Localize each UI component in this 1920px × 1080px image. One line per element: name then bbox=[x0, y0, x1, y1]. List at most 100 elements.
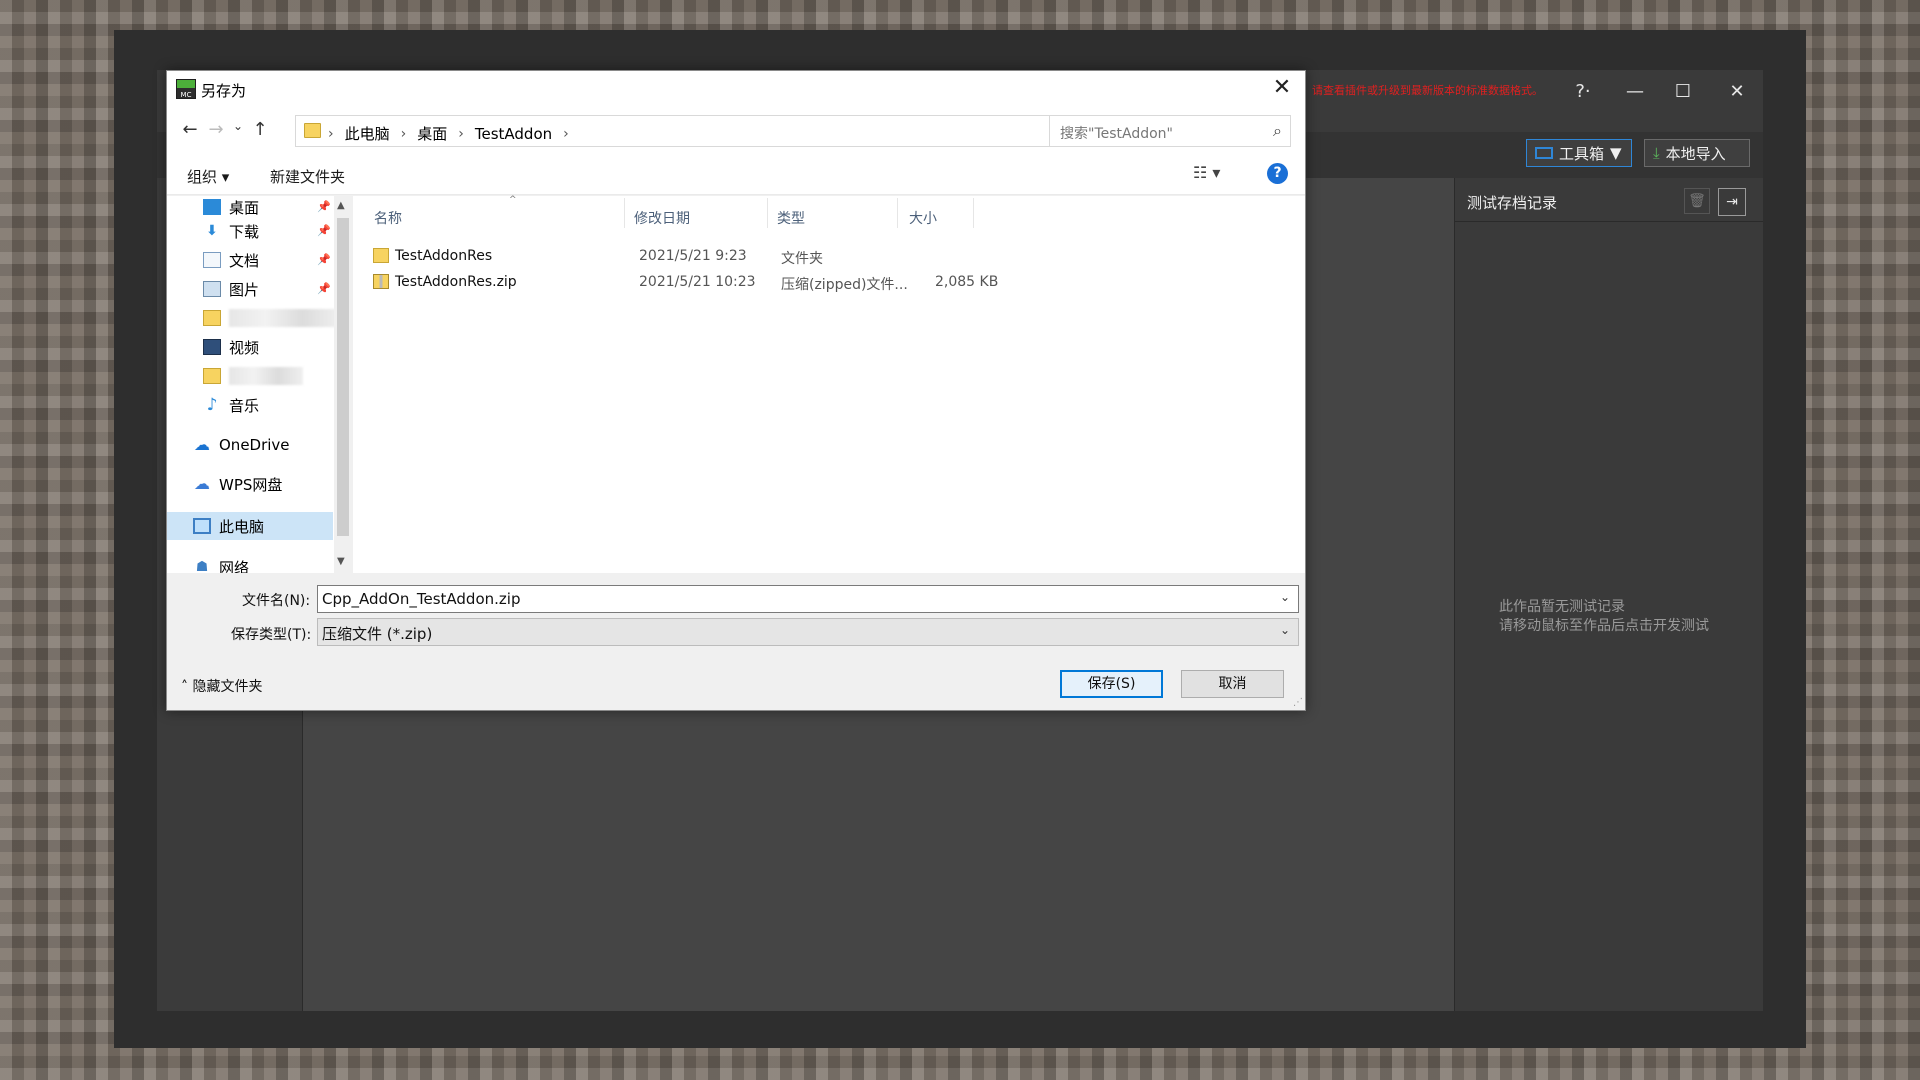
column-divider[interactable] bbox=[624, 198, 625, 228]
file-row[interactable]: TestAddonRes.zip 2021/5/21 10:23 压缩(zipp… bbox=[361, 270, 1081, 294]
blurred-name bbox=[229, 367, 303, 385]
help-icon[interactable]: ? bbox=[1267, 163, 1288, 184]
minimize-button[interactable]: — bbox=[1615, 78, 1655, 106]
nav-item-label: OneDrive bbox=[219, 436, 290, 454]
folder-icon bbox=[203, 310, 221, 326]
nav-item-documents[interactable]: 文档 bbox=[203, 247, 259, 273]
nav-item-this-pc[interactable]: 此电脑 bbox=[193, 513, 264, 539]
breadcrumb-desktop[interactable]: 桌面 bbox=[417, 123, 447, 144]
nav-item-label: 视频 bbox=[229, 338, 260, 357]
cancel-button[interactable]: 取消 bbox=[1181, 670, 1284, 698]
dialog-title: 另存为 bbox=[201, 82, 247, 100]
download-icon: ⬇ bbox=[206, 223, 218, 239]
sort-ascending-icon: ^ bbox=[509, 195, 517, 205]
dialog-titlebar: MC 另存为 ✕ bbox=[167, 71, 1305, 107]
forward-arrow-icon[interactable]: → bbox=[205, 119, 227, 140]
nav-item-label: 文档 bbox=[229, 251, 260, 270]
hide-folders-toggle[interactable]: ˄ 隐藏文件夹 bbox=[181, 676, 262, 696]
address-bar[interactable]: › 此电脑 › 桌面 › TestAddon › ⌄ ↻ bbox=[295, 115, 1155, 147]
up-arrow-icon[interactable]: ↑ bbox=[249, 119, 271, 140]
chevron-down-icon[interactable]: ⌄ bbox=[1280, 623, 1290, 637]
pin-icon[interactable]: 📌 bbox=[317, 253, 331, 266]
breadcrumb: › 此电脑 › 桌面 › TestAddon › bbox=[328, 123, 569, 144]
chevron-right-icon[interactable]: › bbox=[401, 126, 407, 142]
nav-item-wps-cloud[interactable]: ☁ WPS网盘 bbox=[193, 471, 282, 497]
recent-locations-icon[interactable]: ⌄ bbox=[227, 119, 249, 133]
video-icon bbox=[203, 339, 221, 355]
column-divider[interactable] bbox=[767, 198, 768, 228]
network-icon: ☗ bbox=[195, 559, 209, 573]
view-options-icon[interactable]: ☷ ▾ bbox=[1193, 163, 1220, 182]
column-divider[interactable] bbox=[897, 198, 898, 228]
search-placeholder: 搜索"TestAddon" bbox=[1060, 126, 1173, 142]
nav-item-label: 音乐 bbox=[229, 396, 260, 415]
new-folder-button[interactable]: 新建文件夹 bbox=[270, 166, 345, 187]
column-header-size[interactable]: 大小 bbox=[909, 208, 937, 228]
folder-icon bbox=[373, 248, 389, 263]
filename-field[interactable]: Cpp_AddOn_TestAddon.zip ⌄ bbox=[317, 585, 1299, 613]
organize-menu[interactable]: 组织 ▾ bbox=[187, 166, 229, 187]
nav-item-blurred-folder[interactable] bbox=[203, 305, 339, 331]
nav-item-label: 图片 bbox=[229, 280, 260, 299]
hide-folders-label: 隐藏文件夹 bbox=[192, 679, 263, 695]
filename-value: Cpp_AddOn_TestAddon.zip bbox=[322, 590, 521, 608]
file-row[interactable]: TestAddonRes 2021/5/21 9:23 文件夹 bbox=[361, 244, 1081, 268]
record-header: 测试存档记录 🗑 ⇥ bbox=[1455, 178, 1763, 222]
toolbox-icon bbox=[1535, 147, 1553, 159]
chevron-up-icon: ˄ bbox=[181, 679, 188, 695]
chevron-down-icon[interactable]: ⌄ bbox=[1280, 590, 1290, 604]
zip-file-icon bbox=[373, 274, 389, 289]
nav-item-onedrive[interactable]: ☁ OneDrive bbox=[193, 432, 290, 458]
nav-item-label: 下载 bbox=[229, 222, 260, 241]
chevron-right-icon[interactable]: › bbox=[563, 126, 569, 142]
pin-icon[interactable]: 📌 bbox=[317, 282, 331, 295]
scroll-up-icon[interactable]: ▲ bbox=[337, 200, 345, 211]
nav-pane-scrollbar[interactable]: ▲ ▼ bbox=[334, 196, 352, 573]
column-divider[interactable] bbox=[973, 198, 974, 228]
nav-item-videos[interactable]: 视频 bbox=[203, 334, 259, 360]
local-import-label: 本地导入 bbox=[1665, 144, 1726, 163]
file-type: 压缩(zipped)文件... bbox=[781, 277, 908, 293]
collapse-panel-icon[interactable]: ⇥ bbox=[1718, 188, 1746, 216]
nav-item-downloads[interactable]: ⬇ 下载 bbox=[203, 218, 259, 244]
desktop-icon bbox=[203, 199, 221, 215]
nav-item-blurred-folder[interactable] bbox=[203, 363, 303, 389]
maximize-button[interactable]: ☐ bbox=[1663, 78, 1703, 106]
scrollbar-thumb[interactable] bbox=[337, 218, 349, 536]
folder-icon bbox=[304, 123, 321, 138]
breadcrumb-this-pc[interactable]: 此电脑 bbox=[345, 123, 390, 144]
file-list: ^ 名称 修改日期 类型 大小 TestAddonRes 2021/5/21 9… bbox=[353, 195, 1305, 573]
back-arrow-icon[interactable]: ← bbox=[179, 119, 201, 140]
resize-grip-icon[interactable]: ⋰ bbox=[1293, 697, 1303, 708]
nav-item-music[interactable]: ♪ 音乐 bbox=[203, 392, 259, 418]
file-name: TestAddonRes bbox=[395, 248, 493, 264]
search-icon[interactable]: ⌕ bbox=[1273, 121, 1282, 141]
column-header-name[interactable]: 名称 bbox=[374, 208, 402, 228]
search-input[interactable]: 搜索"TestAddon" ⌕ bbox=[1049, 115, 1291, 147]
save-button[interactable]: 保存(S) bbox=[1060, 670, 1163, 698]
pin-icon[interactable]: 📌 bbox=[317, 200, 331, 213]
nav-item-network[interactable]: ☗ 网络 bbox=[193, 554, 249, 574]
document-icon bbox=[203, 252, 221, 268]
scroll-down-icon[interactable]: ▼ bbox=[337, 556, 345, 567]
dialog-close-button[interactable]: ✕ bbox=[1259, 71, 1305, 107]
local-import-button[interactable]: ⤓ 本地导入 bbox=[1644, 139, 1750, 167]
save-form: 文件名(N): Cpp_AddOn_TestAddon.zip ⌄ 保存类型(T… bbox=[167, 573, 1305, 710]
filetype-select[interactable]: 压缩文件 (*.zip) ⌄ bbox=[317, 618, 1299, 646]
close-button[interactable]: ✕ bbox=[1717, 78, 1757, 106]
filename-label: 文件名(N): bbox=[242, 593, 311, 609]
column-header-type[interactable]: 类型 bbox=[777, 208, 805, 228]
breadcrumb-testaddon[interactable]: TestAddon bbox=[475, 125, 552, 143]
trash-icon[interactable]: 🗑 bbox=[1684, 188, 1710, 214]
record-empty-line2: 请移动鼠标至作品后点击开发测试 bbox=[1499, 618, 1709, 634]
chevron-right-icon[interactable]: › bbox=[458, 126, 464, 142]
warning-text: 请查看插件或升级到最新版本的标准数据格式。 bbox=[1312, 84, 1543, 97]
column-header-modified[interactable]: 修改日期 bbox=[634, 208, 690, 228]
pin-icon[interactable]: 📌 bbox=[317, 224, 331, 237]
nav-item-desktop[interactable]: 桌面 bbox=[203, 196, 259, 220]
help-button[interactable]: ?· bbox=[1563, 78, 1603, 106]
filetype-label: 保存类型(T): bbox=[231, 627, 312, 643]
command-bar: 组织 ▾ 新建文件夹 ☷ ▾ ? bbox=[167, 153, 1305, 195]
toolbox-button[interactable]: 工具箱 ▼ bbox=[1526, 139, 1632, 167]
nav-item-pictures[interactable]: 图片 bbox=[203, 276, 259, 302]
